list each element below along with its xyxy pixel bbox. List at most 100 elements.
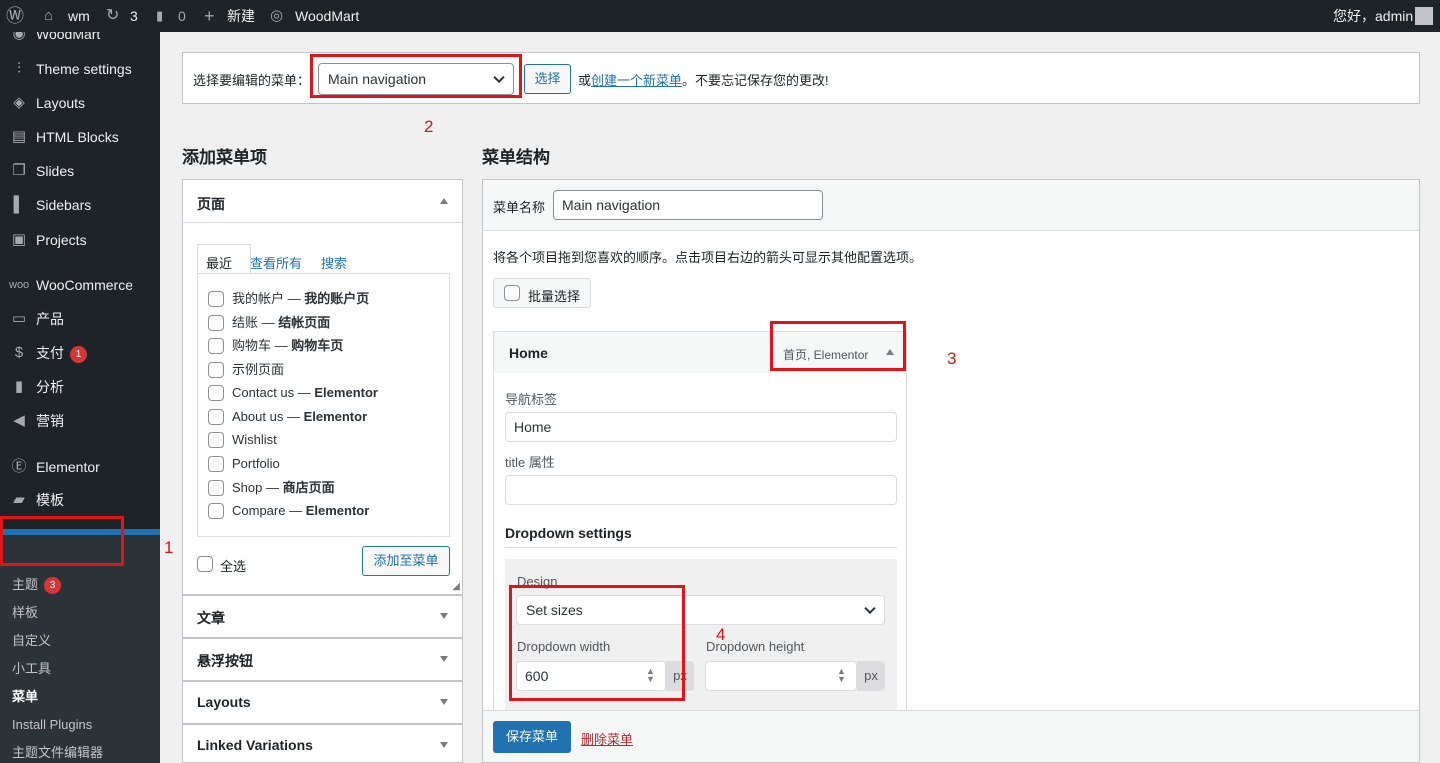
comments-count[interactable]: 0 — [178, 0, 186, 32]
page-checkbox[interactable] — [208, 291, 224, 307]
sidebar-item-templates[interactable]: ▰ 模板 — [0, 483, 160, 517]
greeting-text[interactable]: 您好，admin — [1333, 0, 1413, 32]
dropdown-height-input[interactable] — [705, 661, 857, 691]
woodmart-logo-icon[interactable]: ◎ — [270, 0, 283, 32]
page-checkbox[interactable] — [208, 385, 224, 401]
sidebar-item-slides[interactable]: ❐ Slides — [0, 154, 160, 188]
tab-view-all[interactable]: 查看所有 — [250, 253, 302, 272]
tab-search[interactable]: 搜索 — [321, 253, 347, 272]
menu-footer: 保存菜单 删除菜单 — [483, 710, 1419, 762]
delete-menu-link[interactable]: 删除菜单 — [581, 729, 633, 748]
sidebar-item-label: 营销 — [36, 413, 64, 429]
submenu-item-customize[interactable]: 自定义 — [12, 631, 51, 651]
sidebar-item-label: Theme settings — [36, 61, 132, 77]
panel-layouts[interactable]: Layouts — [182, 681, 463, 724]
sidebar-item-label: 产品 — [36, 311, 64, 327]
sidebar-item-elementor[interactable]: Ⓔ Elementor — [0, 450, 160, 484]
pages-panel-title[interactable]: 页面 — [197, 194, 225, 214]
page-checkbox[interactable] — [208, 338, 224, 354]
sidebar-item-sidebars[interactable]: ▌ Sidebars — [0, 188, 160, 222]
tab-recent[interactable]: 最近 — [197, 244, 251, 274]
sliders-icon: ⫶ — [17, 60, 21, 77]
sidebar-item-label: Sidebars — [36, 197, 92, 213]
add-to-menu-button[interactable]: 添加至菜单 — [362, 546, 450, 576]
sidebar-item-products[interactable]: ▭ 产品 — [0, 302, 160, 336]
panel-posts[interactable]: 文章 — [182, 595, 463, 638]
sidebar-item-analytics[interactable]: ▮ 分析 — [0, 370, 160, 404]
page-name: Compare — [232, 503, 286, 518]
layers-icon: ◈ — [13, 94, 25, 111]
sidebar-item-label: Layouts — [36, 95, 86, 111]
annotation-number-2: 2 — [424, 117, 434, 136]
bulk-select-button[interactable]: 批量选择 — [493, 278, 591, 308]
updates-icon[interactable]: ↻ — [106, 0, 119, 32]
sidebar-item-woodmart[interactable]: ◉ WoodMart — [0, 32, 160, 51]
sidebar-icon: ▌ — [13, 196, 25, 213]
page-name: 我的帐户 — [232, 291, 285, 306]
expand-arrow-icon[interactable] — [440, 699, 448, 705]
select-button[interactable]: 选择 — [524, 64, 571, 94]
page-checkbox[interactable] — [208, 503, 224, 519]
panel-linked-variations[interactable]: Linked Variations — [182, 724, 463, 763]
sidebar-item-payments[interactable]: $ 支付 1 — [0, 336, 160, 370]
submenu-item-themes[interactable]: 主题 3 — [12, 575, 62, 595]
or-text: 或 — [578, 73, 592, 88]
menu-name-label: 菜单名称 — [493, 200, 546, 215]
bulk-select-checkbox[interactable] — [504, 285, 520, 301]
home-icon[interactable]: ⌂ — [44, 0, 53, 32]
submenu-item-theme-file-editor[interactable]: 主题文件编辑器 — [12, 743, 103, 763]
wordpress-logo-icon[interactable]: Ⓦ — [6, 0, 24, 32]
collapse-arrow-icon[interactable] — [440, 198, 448, 204]
sidebar-item-theme-settings[interactable]: ⫶ Theme settings — [0, 52, 160, 86]
submenu-item-menus[interactable]: 菜单 — [12, 687, 38, 707]
page-checkbox[interactable] — [208, 409, 224, 425]
expand-arrow-icon[interactable] — [440, 742, 448, 748]
select-all-checkbox[interactable] — [197, 556, 213, 572]
resize-handle-icon[interactable]: ◢ — [452, 581, 460, 592]
woodmart-icon: ◉ — [12, 32, 26, 42]
menu-name-input[interactable]: Main navigation — [553, 190, 823, 220]
expand-arrow-icon[interactable] — [440, 613, 448, 619]
sidebar-item-html-blocks[interactable]: ▤ HTML Blocks — [0, 120, 160, 154]
panel-floating-buttons[interactable]: 悬浮按钮 — [182, 638, 463, 681]
page-checkbox[interactable] — [208, 362, 224, 378]
nav-label-input[interactable]: Home — [505, 412, 897, 442]
page-state: 结帐页面 — [278, 315, 331, 330]
sidebar-item-layouts[interactable]: ◈ Layouts — [0, 86, 160, 120]
avatar[interactable] — [1415, 7, 1433, 25]
plus-icon[interactable]: + — [204, 0, 215, 32]
title-attr-input[interactable] — [505, 475, 897, 505]
annotation-number-4: 4 — [716, 625, 726, 644]
select-menu-label: 选择要编辑的菜单： — [193, 73, 311, 88]
expand-arrow-icon[interactable] — [440, 656, 448, 662]
page-checkbox[interactable] — [208, 432, 224, 448]
select-all-label: 全选 — [220, 559, 247, 574]
page-name: Contact us — [232, 385, 295, 400]
save-menu-button[interactable]: 保存菜单 — [493, 721, 571, 753]
comments-icon[interactable]: ▮ — [156, 0, 163, 32]
submenu-item-widgets[interactable]: 小工具 — [12, 659, 51, 679]
site-name-link[interactable]: wm — [68, 0, 90, 32]
new-content-link[interactable]: 新建 — [227, 0, 255, 32]
create-menu-link[interactable]: 创建一个新菜单 — [591, 73, 682, 88]
theme-link[interactable]: WoodMart — [295, 0, 359, 32]
sidebar-item-marketing[interactable]: ◀ 营销 — [0, 404, 160, 438]
sidebar-item-label: 模板 — [36, 492, 64, 508]
divider — [183, 222, 462, 223]
stepper-arrows-icon[interactable]: ▲ ▼ — [837, 667, 846, 684]
page-checkbox[interactable] — [208, 315, 224, 331]
page-name: Portfolio — [232, 456, 280, 471]
sidebar-item-woocommerce[interactable]: woo WooCommerce — [0, 268, 160, 302]
submenu-item-patterns[interactable]: 样板 — [12, 603, 38, 623]
panel-title: Linked Variations — [197, 737, 313, 753]
sidebar-item-projects[interactable]: ▣ Projects — [0, 223, 160, 257]
dropdown-settings-heading: Dropdown settings — [505, 525, 632, 541]
chart-icon: ▮ — [14, 378, 24, 395]
page-name: 购物车 — [232, 338, 272, 353]
annotation-box-3 — [770, 321, 906, 371]
woocommerce-icon: woo — [9, 279, 30, 291]
page-checkbox[interactable] — [208, 480, 224, 496]
page-checkbox[interactable] — [208, 456, 224, 472]
updates-count[interactable]: 3 — [130, 0, 138, 32]
submenu-item-install-plugins[interactable]: Install Plugins — [12, 715, 92, 735]
